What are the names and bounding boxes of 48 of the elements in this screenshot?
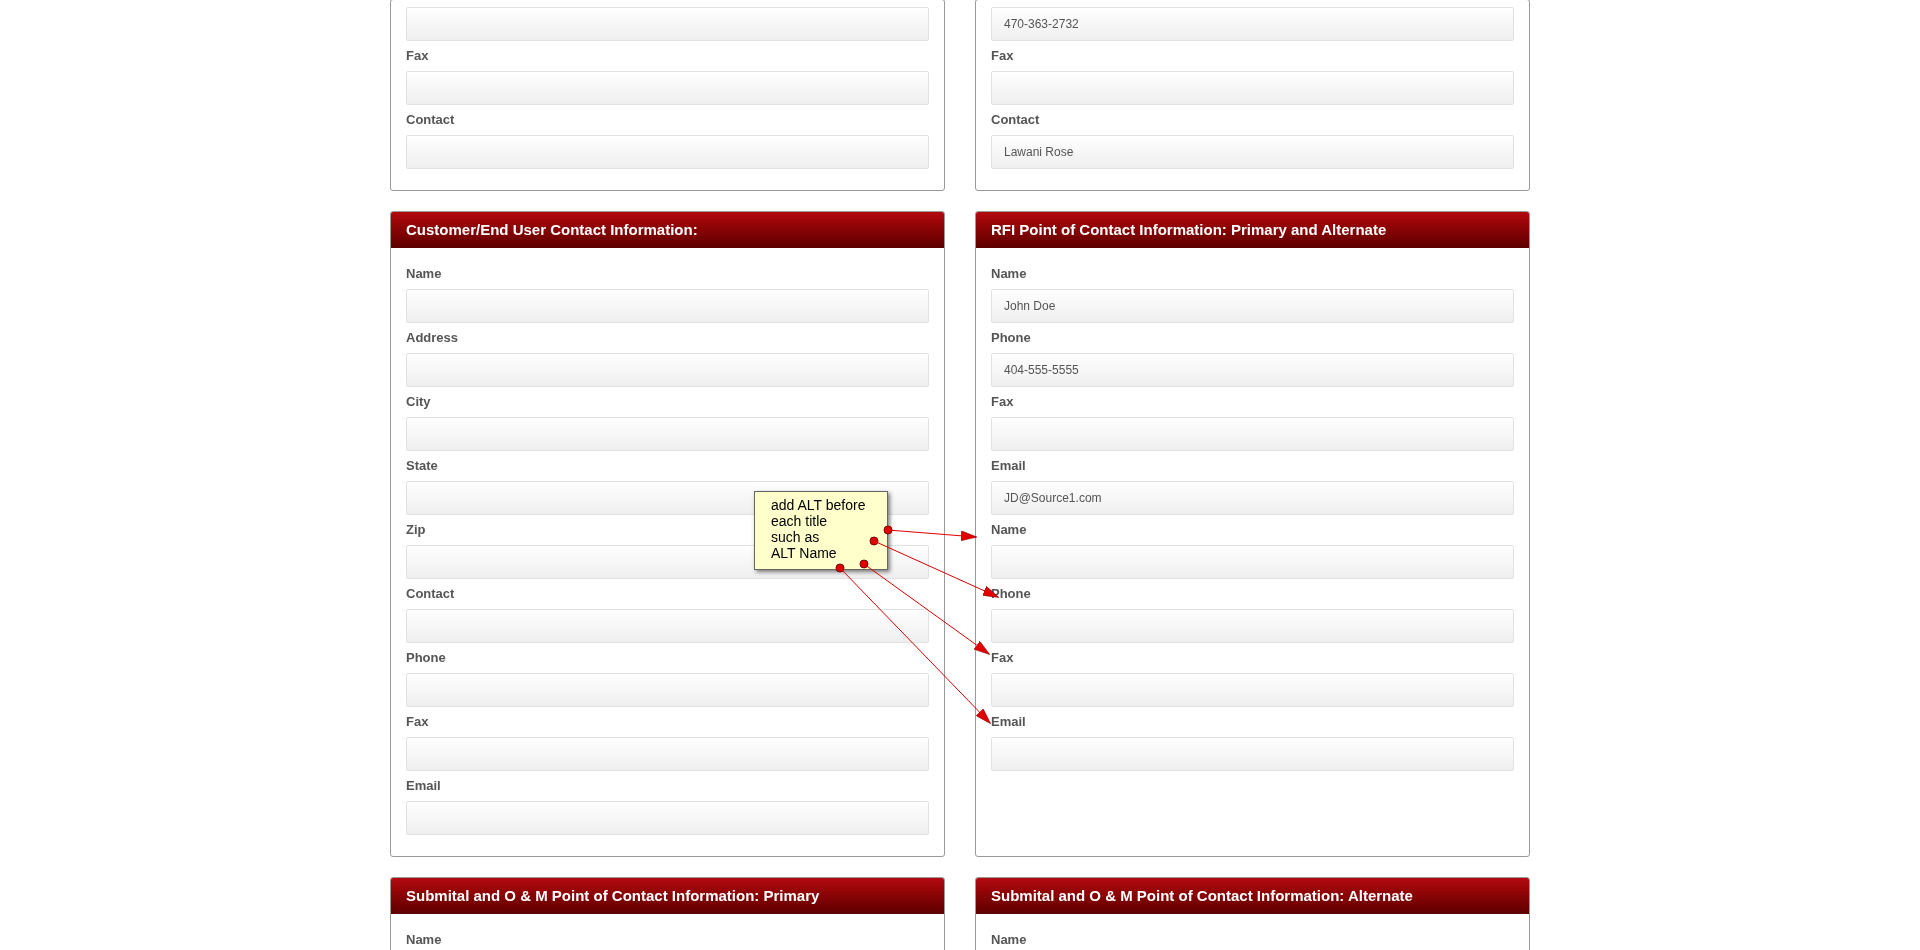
field-label: Fax	[991, 393, 1014, 411]
input-field[interactable]	[406, 71, 929, 105]
field-label: Contact	[406, 585, 455, 603]
field-label: Fax	[991, 47, 1014, 65]
field-label: Name	[991, 931, 1027, 949]
sticky-note: add ALT before each title such as ALT Name	[754, 491, 888, 570]
field-label: Address	[406, 329, 459, 347]
input-field[interactable]	[991, 71, 1514, 105]
field-label: Phone	[991, 329, 1031, 347]
input-field[interactable]	[406, 7, 929, 41]
field-label: Email	[406, 777, 441, 795]
input-field[interactable]: 470-363-2732	[991, 7, 1514, 41]
input-field[interactable]	[406, 609, 929, 643]
field-label: State	[406, 457, 438, 475]
input-field[interactable]	[991, 417, 1514, 451]
field-label: Fax	[406, 47, 429, 65]
input-field[interactable]	[406, 289, 929, 323]
panel-header: Submital and O & M Point of Contact Information: Alternate	[976, 878, 1529, 914]
panel-header: Submital and O & M Point of Contact Information: Primary	[391, 878, 944, 914]
field-label: Name	[406, 265, 442, 283]
input-field[interactable]	[406, 673, 929, 707]
field-label: Phone	[406, 649, 446, 667]
input-field[interactable]	[406, 417, 929, 451]
input-field[interactable]: JD@Source1.com	[991, 481, 1514, 515]
input-field[interactable]	[406, 737, 929, 771]
input-field[interactable]: 404-555-5555	[991, 353, 1514, 387]
input-field[interactable]	[406, 135, 929, 169]
field-label: Name	[406, 931, 442, 949]
input-field[interactable]	[991, 737, 1514, 771]
field-label: Zip	[406, 521, 426, 539]
field-label: Email	[991, 457, 1026, 475]
input-field[interactable]	[991, 673, 1514, 707]
input-field[interactable]: John Doe	[991, 289, 1514, 323]
input-field[interactable]	[991, 609, 1514, 643]
field-label: City	[406, 393, 431, 411]
input-field[interactable]	[406, 353, 929, 387]
field-label: Fax	[991, 649, 1014, 667]
field-label: Contact	[406, 111, 455, 129]
field-label: Name	[991, 265, 1027, 283]
input-field[interactable]: Lawani Rose	[991, 135, 1514, 169]
field-label: Email	[991, 713, 1026, 731]
field-label: Name	[991, 521, 1027, 539]
input-field[interactable]	[991, 545, 1514, 579]
panel-header: Customer/End User Contact Information:	[391, 212, 944, 248]
panel-header: RFI Point of Contact Information: Primary and Alternate	[976, 212, 1529, 248]
input-field[interactable]	[406, 801, 929, 835]
field-label: Contact	[991, 111, 1040, 129]
field-label: Fax	[406, 713, 429, 731]
